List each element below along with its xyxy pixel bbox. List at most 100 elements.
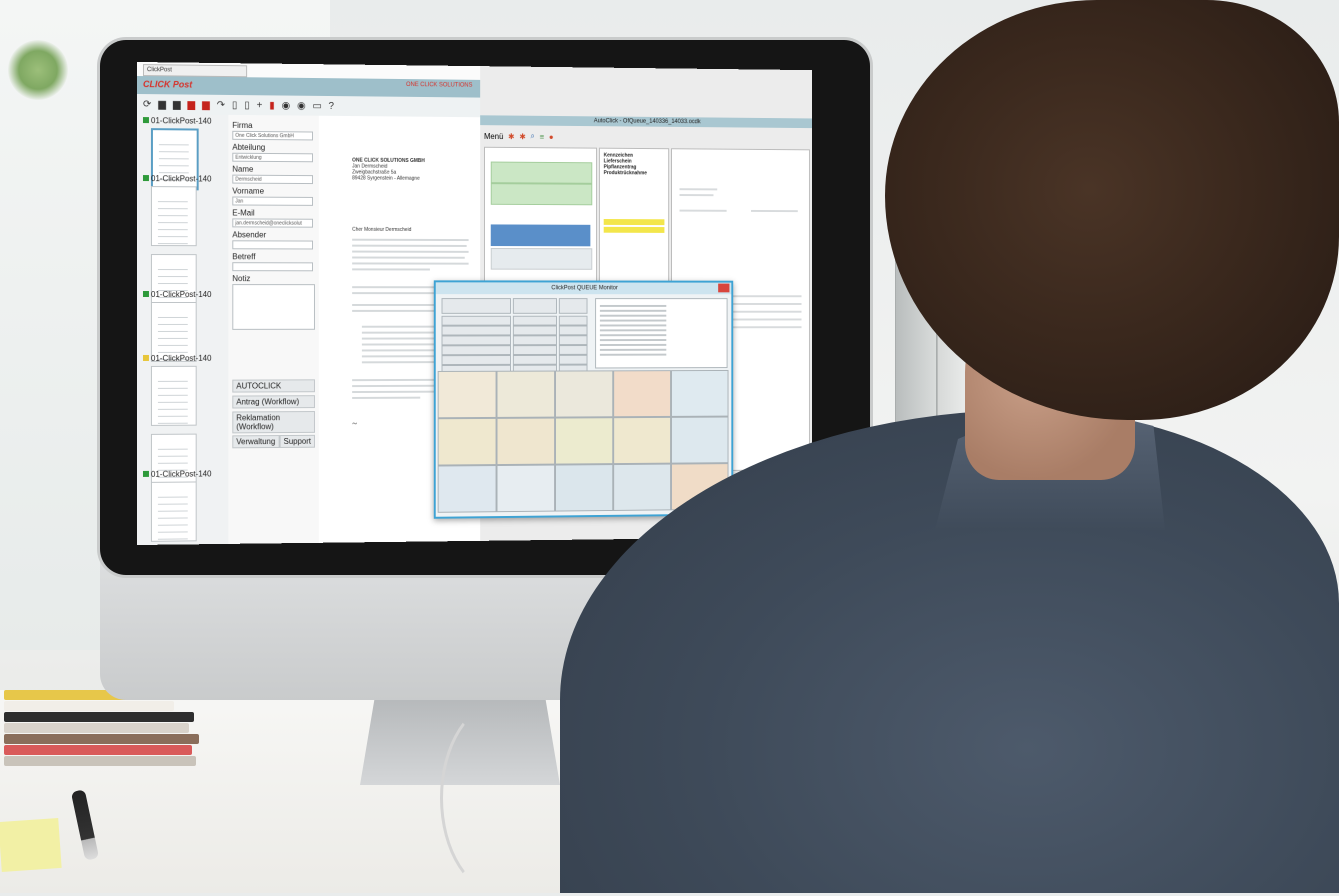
metadata-form: Firma One Click Solutions GmbH Abteilung… [228, 115, 320, 544]
queue-cell[interactable] [497, 418, 556, 465]
red-scan-icon[interactable]: ▆ [202, 99, 210, 110]
queue-cell[interactable] [555, 370, 613, 417]
letter-text-line [352, 268, 430, 270]
queue-cell[interactable] [613, 464, 671, 511]
thumbnail-page[interactable] [151, 186, 197, 246]
red-scan-icon[interactable]: ▆ [188, 99, 196, 110]
queue-row-selected[interactable] [491, 224, 591, 246]
mail-icon[interactable]: ◉ [297, 100, 306, 111]
menu-button[interactable]: Menü [484, 132, 503, 141]
log-line [600, 334, 666, 336]
betreff-field[interactable] [232, 262, 313, 271]
queue-cell[interactable] [613, 370, 671, 417]
monitor-screen: ClickPost CLICK Post ONE CLICK SOLUTIONS… [137, 62, 812, 545]
add-icon[interactable]: + [257, 100, 263, 111]
antrag-workflow-button[interactable]: Antrag (Workflow) [232, 395, 315, 408]
stop-icon[interactable]: ● [549, 132, 554, 141]
queue-button[interactable] [559, 325, 588, 335]
queue-button[interactable] [442, 355, 511, 365]
thumbnail-page[interactable] [151, 481, 197, 541]
queue-cell[interactable] [671, 370, 728, 417]
autoclick-button[interactable]: AUTOCLICK [232, 379, 315, 392]
log-line [600, 339, 666, 341]
search-icon[interactable]: ⌕ [531, 131, 535, 141]
letter-text-line [352, 257, 465, 259]
clickpost-app: ClickPost CLICK Post ONE CLICK SOLUTIONS… [137, 62, 480, 545]
log-line [600, 315, 666, 317]
autoclick-titlebar: AutoClick - OfQueue_140336_14033.ocdk [480, 115, 812, 128]
queue-button[interactable] [442, 345, 511, 355]
verwaltung-button[interactable]: Verwaltung [232, 435, 279, 448]
queue-row[interactable] [491, 183, 593, 205]
trash-icon[interactable]: ▮ [269, 100, 274, 111]
queue-button[interactable] [513, 326, 557, 336]
email-field[interactable]: jan.dermscheid@oneclicksolut [232, 218, 313, 227]
thumbnail-label[interactable]: 01-ClickPost-140 [143, 469, 211, 479]
category-item[interactable]: Produktrücknahme [604, 170, 647, 176]
queue-cell[interactable] [555, 417, 613, 464]
abteilung-field[interactable]: Entwicklung [232, 153, 313, 163]
queue-cell[interactable] [438, 465, 497, 513]
queue-button[interactable] [559, 316, 588, 326]
thumbnail-label[interactable]: 01-ClickPost-140 [143, 290, 211, 299]
document-icon[interactable]: ▯ [232, 99, 237, 110]
vorname-label: Vorname [232, 187, 264, 196]
letter-city: 89428 Syrgenstein - Allemagne [352, 175, 420, 181]
queue-row[interactable] [491, 162, 593, 184]
letter-text-line [352, 262, 468, 264]
letter-text-line [352, 310, 439, 312]
letter-text-line [352, 251, 468, 253]
queue-monitor-window: ClickPost QUEUE Monitor [434, 280, 733, 518]
queue-button[interactable] [442, 316, 511, 326]
letter-signature: ~ [352, 419, 357, 429]
scan-icon[interactable]: ▆ [158, 99, 166, 110]
queue-button[interactable] [559, 345, 588, 355]
highlight-field[interactable] [604, 227, 665, 233]
document-icon[interactable]: ▯ [244, 100, 249, 111]
absender-field[interactable] [232, 240, 313, 249]
queue-cell[interactable] [497, 371, 556, 418]
queue-button[interactable] [442, 298, 511, 314]
queue-row[interactable] [491, 248, 593, 270]
name-field[interactable]: Dermscheid [232, 175, 313, 184]
queue-button[interactable] [513, 316, 557, 326]
queue-button[interactable] [442, 326, 511, 336]
queue-button[interactable] [559, 298, 588, 314]
reklamation-workflow-button[interactable]: Reklamation (Workflow) [232, 411, 315, 433]
thumbnail-label[interactable]: 01-ClickPost-140 [143, 116, 211, 126]
queue-button[interactable] [513, 345, 557, 355]
thumbnail-panel: 01-ClickPost-140 01-ClickPost-140 01-Cli… [137, 114, 229, 545]
vorname-field[interactable]: Jan [232, 197, 313, 206]
queue-button[interactable] [559, 355, 588, 365]
thumbnail-label[interactable]: 01-ClickPost-140 [143, 174, 211, 183]
queue-button[interactable] [513, 355, 557, 365]
queue-cell[interactable] [438, 371, 497, 418]
notiz-field[interactable] [232, 284, 315, 330]
help-icon[interactable]: ? [329, 100, 334, 111]
queue-cell[interactable] [555, 464, 613, 511]
queue-button[interactable] [513, 335, 557, 345]
settings-icon[interactable]: ✱ [508, 132, 514, 141]
support-button[interactable]: Support [280, 435, 315, 448]
queue-button[interactable] [513, 298, 557, 314]
log-line [600, 320, 666, 322]
log-line [600, 310, 666, 312]
thumbnail-label[interactable]: 01-ClickPost-140 [143, 354, 211, 363]
highlight-field[interactable] [604, 219, 665, 225]
thumbnail-page[interactable] [151, 366, 197, 426]
queue-cell[interactable] [438, 418, 497, 466]
queue-cell[interactable] [613, 417, 671, 464]
mail-icon[interactable]: ◉ [282, 100, 291, 111]
queue-button[interactable] [442, 335, 511, 345]
queue-cell[interactable] [497, 465, 556, 513]
firma-field[interactable]: One Click Solutions GmbH [232, 131, 313, 141]
list-icon[interactable]: ≡ [540, 132, 544, 141]
queue-button[interactable] [559, 335, 588, 345]
queue-cell[interactable] [671, 417, 728, 464]
close-icon[interactable] [718, 284, 729, 293]
scan-icon[interactable]: ▆ [173, 99, 181, 110]
refresh-icon[interactable]: ⟳ [143, 99, 151, 110]
rotate-icon[interactable]: ↷ [217, 99, 225, 110]
gear-icon[interactable]: ✱ [519, 132, 525, 141]
book-icon[interactable]: ▭ [312, 100, 321, 111]
